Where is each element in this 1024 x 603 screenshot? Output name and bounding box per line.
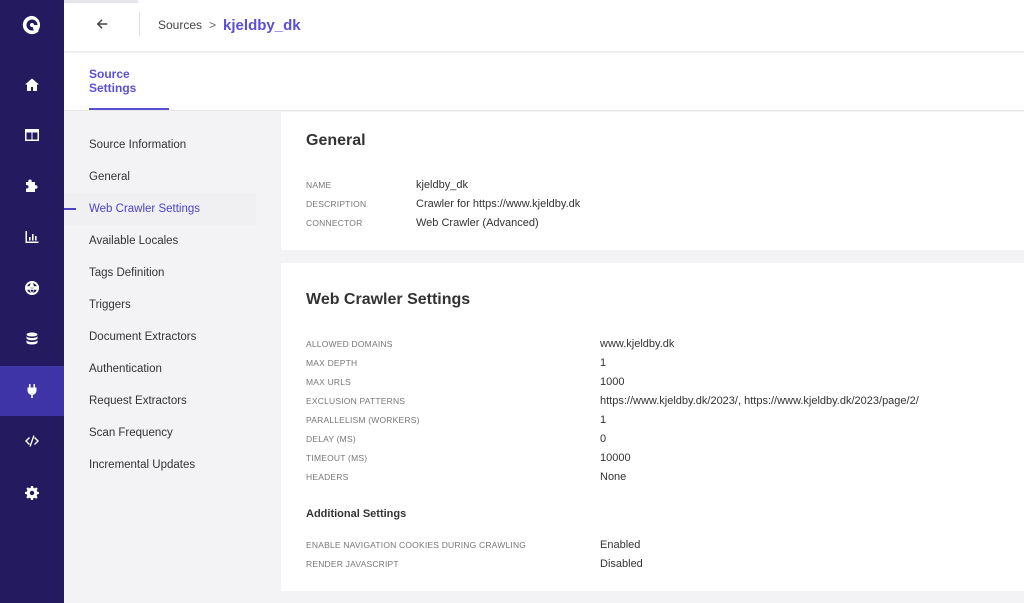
crawler-row-delay: DELAY (MS) 0: [306, 429, 1024, 448]
nav-extensions[interactable]: [0, 161, 64, 211]
logo-icon: [22, 15, 41, 35]
section-nav-scan-frequency[interactable]: Scan Frequency: [64, 417, 256, 449]
crawler-row-render-javascript: RENDER JAVASCRIPT Disabled: [306, 554, 1024, 573]
field-value: Crawler for https://www.kjeldby.dk: [416, 197, 581, 210]
section-nav-authentication[interactable]: Authentication: [64, 353, 256, 385]
app-sidebar: [0, 0, 64, 603]
field-label: NAME: [306, 179, 332, 190]
field-label: ALLOWED DOMAINS: [306, 338, 393, 349]
field-label: CONNECTOR: [306, 217, 363, 228]
field-label: DELAY (MS): [306, 433, 356, 444]
database-icon: [26, 332, 38, 345]
globe-icon: [25, 281, 39, 295]
divider: [139, 12, 140, 36]
field-label: PARALLELISM (WORKERS): [306, 414, 420, 425]
gear-icon: [25, 486, 39, 500]
code-icon: [25, 435, 39, 447]
tab-source-settings[interactable]: Source Settings: [89, 53, 169, 110]
web-crawler-title: Web Crawler Settings: [306, 291, 471, 308]
field-value: 1: [600, 413, 607, 426]
crawler-row-timeout: TIMEOUT (MS) 10000: [306, 448, 1024, 467]
nav-analytics[interactable]: [0, 212, 64, 262]
nav-sources[interactable]: [0, 366, 64, 416]
section-nav-document-extractors[interactable]: Document Extractors: [64, 321, 256, 353]
web-crawler-card: Web Crawler Settings ALLOWED DOMAINS www…: [281, 263, 1024, 591]
general-row-description: DESCRIPTION Crawler for https://www.kjel…: [306, 194, 1024, 213]
field-label: MAX URLS: [306, 376, 352, 387]
top-bar: Sources > kjeldby_dk: [64, 0, 1024, 52]
section-nav-request-extractors[interactable]: Request Extractors: [64, 385, 256, 417]
field-value: kjeldby_dk: [416, 178, 468, 191]
nav-settings[interactable]: [0, 468, 64, 518]
arrow-left-icon: [96, 19, 108, 29]
field-label: HEADERS: [306, 471, 349, 482]
field-value: 1: [600, 356, 607, 369]
general-card: General NAME kjeldby_dk DESCRIPTION Craw…: [281, 112, 1024, 250]
breadcrumb-current: kjeldby_dk: [223, 16, 301, 34]
nav-layout[interactable]: [0, 110, 64, 160]
breadcrumb-sources-link[interactable]: Sources: [158, 18, 202, 32]
section-nav-incremental-updates[interactable]: Incremental Updates: [64, 449, 256, 481]
breadcrumb-separator: >: [209, 18, 217, 32]
general-row-connector: CONNECTOR Web Crawler (Advanced): [306, 213, 1024, 232]
crawler-row-parallelism: PARALLELISM (WORKERS) 1: [306, 410, 1024, 429]
crawler-row-max-depth: MAX DEPTH 1: [306, 353, 1024, 372]
section-nav-triggers[interactable]: Triggers: [64, 289, 256, 321]
nav-globe[interactable]: [0, 263, 64, 313]
layout-icon: [25, 129, 39, 141]
section-nav-general[interactable]: General: [64, 161, 256, 193]
app-logo[interactable]: [0, 0, 64, 50]
plug-icon: [27, 384, 37, 398]
crawler-row-allowed-domains: ALLOWED DOMAINS www.kjeldby.dk: [306, 334, 1024, 353]
field-value: https://www.kjeldby.dk/2023/, https://ww…: [600, 394, 919, 407]
field-label: MAX DEPTH: [306, 357, 358, 368]
field-value: Disabled: [600, 557, 643, 570]
field-value: None: [600, 470, 627, 483]
section-nav: Source Information General Web Crawler S…: [64, 129, 256, 481]
analytics-icon: [25, 231, 39, 243]
field-value: www.kjeldby.dk: [600, 337, 675, 350]
field-value: 1000: [600, 375, 625, 388]
back-button[interactable]: [84, 8, 120, 40]
additional-settings-heading: Additional Settings: [306, 508, 407, 520]
field-value: Web Crawler (Advanced): [416, 216, 539, 229]
nav-database[interactable]: [0, 314, 64, 364]
field-value: 0: [600, 432, 607, 445]
nav-code[interactable]: [0, 416, 64, 466]
field-value: Enabled: [600, 538, 641, 551]
field-label: ENABLE NAVIGATION COOKIES DURING CRAWLIN…: [306, 539, 527, 550]
top-bar-accent: [64, 0, 138, 3]
crawler-row-headers: HEADERS None: [306, 467, 1024, 486]
field-value: 10000: [600, 451, 631, 464]
general-title: General: [306, 132, 366, 149]
breadcrumb: Sources > kjeldby_dk: [158, 0, 301, 50]
crawler-row-max-urls: MAX URLS 1000: [306, 372, 1024, 391]
crawler-row-exclusion-patterns: EXCLUSION PATTERNS https://www.kjeldby.d…: [306, 391, 1024, 410]
field-label: TIMEOUT (MS): [306, 452, 368, 463]
crawler-row-navigation-cookies: ENABLE NAVIGATION COOKIES DURING CRAWLIN…: [306, 535, 1024, 554]
section-nav-web-crawler-settings[interactable]: Web Crawler Settings: [64, 193, 256, 225]
puzzle-icon: [26, 179, 38, 192]
home-icon: [25, 78, 39, 91]
general-row-name: NAME kjeldby_dk: [306, 175, 1024, 194]
field-label: DESCRIPTION: [306, 198, 367, 209]
section-nav-tags-definition[interactable]: Tags Definition: [64, 257, 256, 289]
field-label: EXCLUSION PATTERNS: [306, 395, 406, 406]
field-label: RENDER JAVASCRIPT: [306, 558, 399, 569]
nav-home[interactable]: [0, 60, 64, 110]
section-nav-available-locales[interactable]: Available Locales: [64, 225, 256, 257]
section-nav-source-information[interactable]: Source Information: [64, 129, 256, 161]
tab-bar: Source Settings: [64, 53, 1024, 111]
